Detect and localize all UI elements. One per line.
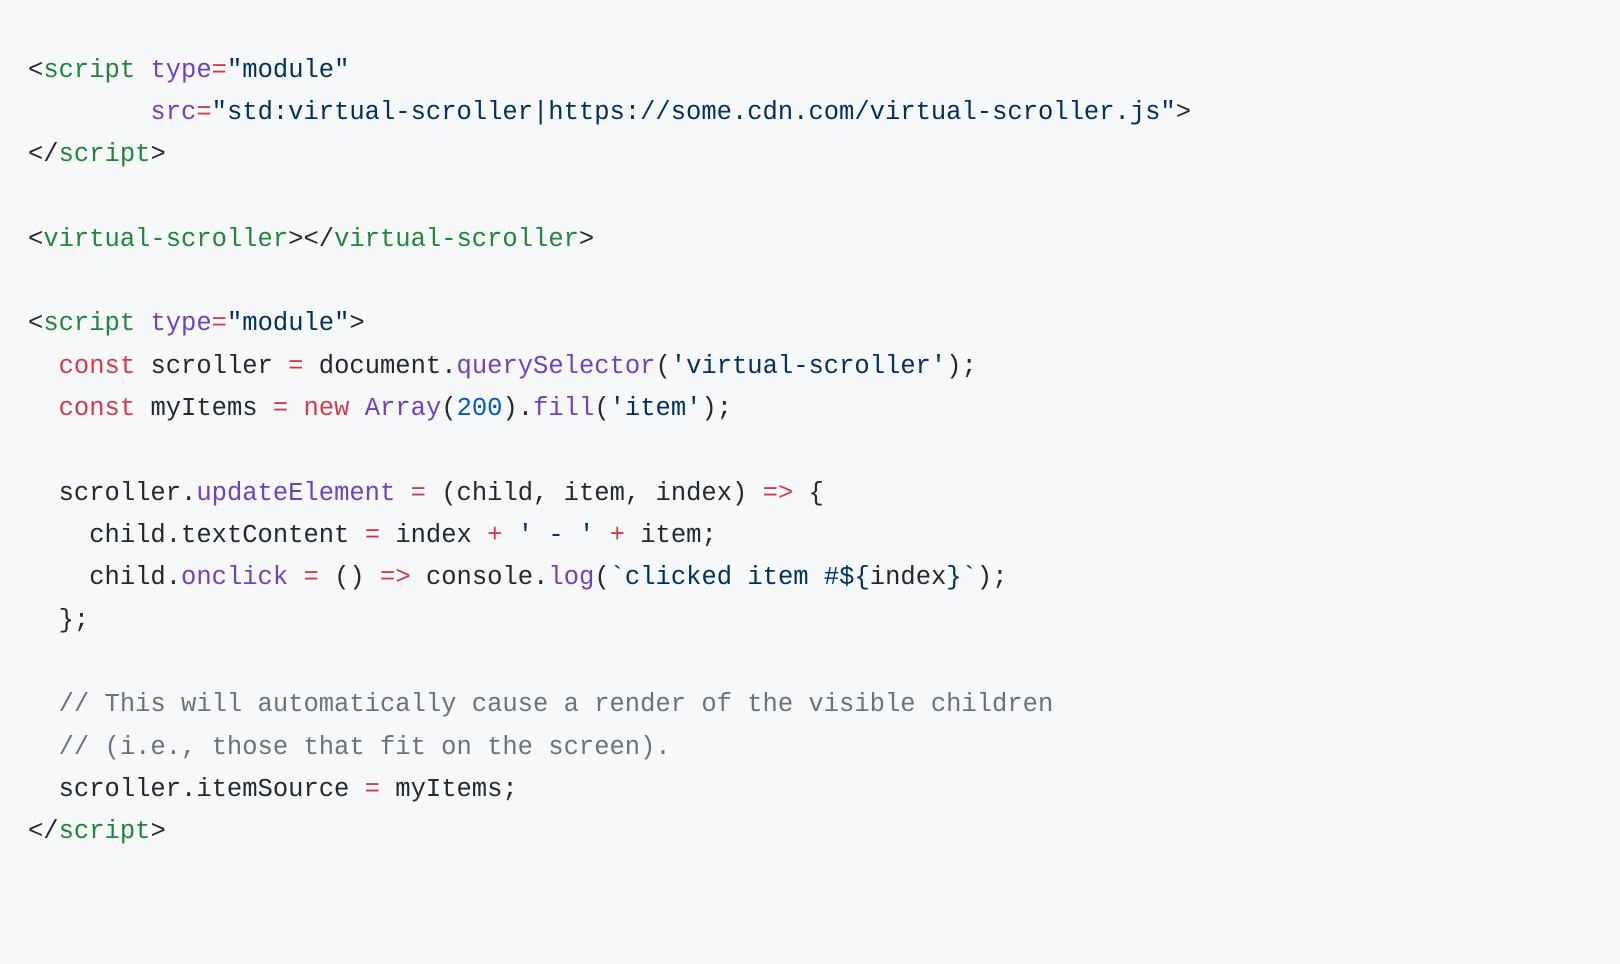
code-block: <script type="module" src="std:virtual-s… <box>0 26 1620 878</box>
code-line-13: child.onclick = () => console.log(`click… <box>28 563 1008 592</box>
code-line-11: scroller.updateElement = (child, item, i… <box>28 479 824 508</box>
code-line-2: src="std:virtual-scroller|https://some.c… <box>28 98 1191 127</box>
code-line-14: }; <box>28 606 89 635</box>
code-line-3: </script> <box>28 140 166 169</box>
code-line-16: // This will automatically cause a rende… <box>28 690 1053 719</box>
code-line-9: const myItems = new Array(200).fill('ite… <box>28 394 732 423</box>
code-line-18: scroller.itemSource = myItems; <box>28 775 518 804</box>
code-line-5: <virtual-scroller></virtual-scroller> <box>28 225 594 254</box>
code-line-7: <script type="module"> <box>28 309 365 338</box>
code-line-17: // (i.e., those that fit on the screen). <box>28 733 671 762</box>
code-line-1: <script type="module" <box>28 56 349 85</box>
code-line-12: child.textContent = index + ' - ' + item… <box>28 521 717 550</box>
code-line-8: const scroller = document.querySelector(… <box>28 352 977 381</box>
code-line-19: </script> <box>28 817 166 846</box>
